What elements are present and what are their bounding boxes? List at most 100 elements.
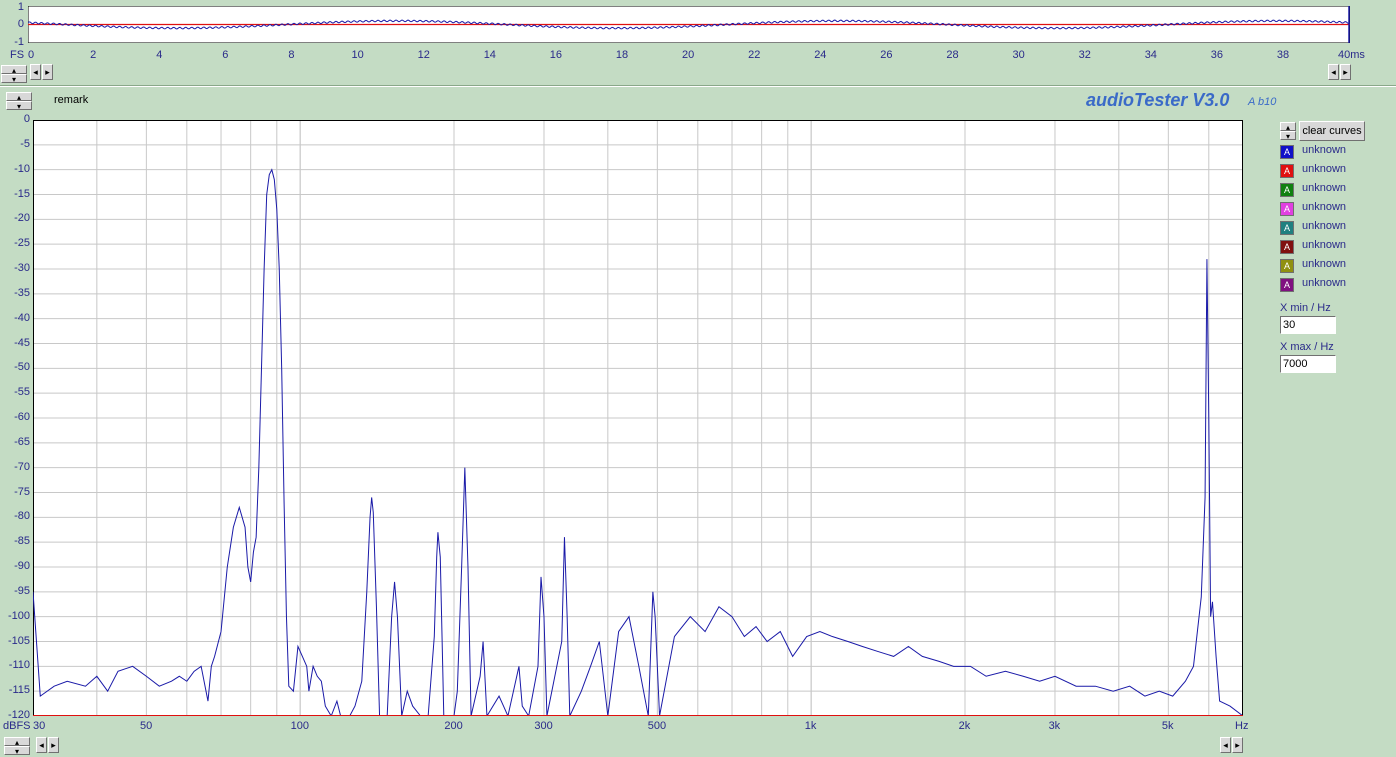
app-version: A b10	[1248, 96, 1277, 108]
scope-panel: 1 0 -1 FS 0 2 4 6 8 10 12 14 16 18 20 22 24 26 28 30 32 3…	[0, 0, 1396, 84]
legend-item-label: unknown	[1302, 201, 1347, 213]
scope-x-tick-label: 0	[28, 49, 35, 61]
scope-ylabel-mid: 0	[17, 18, 24, 30]
legend-item-label: unknown	[1302, 182, 1347, 194]
scope-x-tick-label: 12	[417, 49, 430, 61]
scope-scroll-left-button[interactable]: ◂	[30, 64, 41, 80]
curve-color-icon[interactable]: A	[1280, 202, 1294, 216]
legend-spinner[interactable]: ▴ ▾	[1280, 122, 1296, 141]
spectrum-scroll-left-button[interactable]: ◂	[36, 737, 47, 753]
spectrum-zoom-up-button[interactable]: ▴	[4, 737, 30, 747]
divider-highlight	[0, 86, 1396, 87]
curve-color-icon[interactable]: A	[1280, 259, 1294, 273]
curve-color-icon[interactable]: A	[1280, 221, 1294, 235]
spectrum-y-tick-label: -100	[7, 609, 30, 622]
spectrum-y-tick-label: 0	[23, 113, 30, 125]
spectrum-x-tick-label: 300	[534, 720, 553, 732]
scope-right-scroll-left-button[interactable]: ◂	[1328, 64, 1339, 80]
scope-x-tick-label: 6	[222, 49, 229, 61]
spectrum-y-tick-label: -45	[14, 336, 30, 349]
curve-color-icon[interactable]: A	[1280, 183, 1294, 197]
spectrum-y-tick-label: -55	[14, 386, 30, 399]
scope-x-tick-label: 38	[1276, 49, 1290, 61]
spectrum-x-unit: Hz	[1235, 720, 1249, 732]
xmax-label: X max / Hz	[1280, 341, 1334, 353]
legend-item-label: unknown	[1302, 239, 1347, 251]
scope-x-tick-label: 16	[549, 49, 563, 61]
scope-x-tick-label: 18	[615, 49, 629, 61]
curve-color-icon[interactable]: A	[1280, 278, 1294, 292]
spectrum-y-tick-label: -90	[14, 560, 30, 572]
spectrum-y-tick-label: -70	[14, 460, 30, 473]
spectrum-y-tick-label: -40	[14, 311, 30, 324]
spectrum-y-tick-label: -50	[14, 361, 30, 374]
spectrum-right-scroll-right-button[interactable]: ▸	[1232, 737, 1243, 753]
scope-right-scroll-right-button[interactable]: ▸	[1340, 64, 1351, 80]
spectrum-x-tick-label: 2k	[958, 720, 971, 732]
scope-scroll-right-button[interactable]: ▸	[42, 64, 53, 80]
remark-down-button[interactable]: ▾	[6, 101, 32, 111]
scope-x-tick-label: 30	[1012, 49, 1025, 61]
remark-up-button[interactable]: ▴	[6, 92, 32, 102]
spectrum-x-tick-label: 500	[647, 720, 667, 732]
spectrum-x-tick-label: 100	[290, 720, 309, 732]
curve-color-icon[interactable]: A	[1280, 145, 1294, 159]
legend-down-button[interactable]: ▾	[1280, 131, 1296, 141]
scope-ylabel-top: 1	[17, 1, 24, 13]
scope-zoom-spinner[interactable]: ▴ ▾	[1, 65, 27, 84]
remark-label: remark	[54, 94, 89, 106]
scope-plot	[28, 6, 1350, 43]
legend-item-label: unknown	[1302, 277, 1347, 289]
xmax-input[interactable]: 7000	[1280, 355, 1336, 373]
spectrum-x-tick-label: 5k	[1161, 720, 1174, 732]
scope-x-tick-label: 2	[90, 49, 97, 61]
spectrum-y-tick-label: -25	[14, 237, 30, 250]
spectrum-x-tick-label: 1k	[804, 720, 817, 732]
scope-x-tick-label: 14	[483, 49, 496, 61]
spectrum-y-tick-label: -5	[20, 137, 30, 150]
scope-x-tick-label: 28	[946, 49, 959, 61]
scope-x-tick-label: 34	[1144, 49, 1157, 61]
scope-zoom-up-button[interactable]: ▴	[1, 65, 27, 75]
spectrum-scroll-right-button[interactable]: ▸	[48, 737, 59, 753]
scope-x-tick-label: 36	[1210, 49, 1224, 61]
scope-x-tick-label: 32	[1078, 49, 1091, 61]
xmin-label: X min / Hz	[1280, 302, 1331, 314]
legend-up-button[interactable]: ▴	[1280, 122, 1296, 132]
spectrum-y-tick-label: -75	[14, 485, 30, 498]
spectrum-y-tick-label: -35	[14, 286, 30, 299]
legend-item-label: unknown	[1302, 144, 1347, 156]
spectrum-plot	[33, 120, 1243, 716]
spectrum-y-tick-label: -80	[14, 510, 30, 523]
scope-x-tick-label: 20	[682, 49, 695, 61]
app-title: audioTester V3.0	[1086, 90, 1230, 110]
spectrum-y-tick-label: -85	[14, 535, 30, 548]
legend-item-label: unknown	[1302, 163, 1347, 175]
spectrum-x-tick-label: 200	[444, 720, 463, 732]
spectrum-right-scroll-left-button[interactable]: ◂	[1220, 737, 1231, 753]
scope-x-tick-label: 26	[880, 49, 893, 61]
spectrum-y-tick-label: -15	[14, 187, 30, 200]
spectrum-y-tick-label: -115	[8, 684, 30, 697]
spectrum-y-tick-label: -20	[14, 212, 30, 225]
spectrum-y-tick-label: -95	[14, 584, 30, 597]
spectrum-y-tick-label: -65	[14, 435, 30, 448]
curve-color-icon[interactable]: A	[1280, 164, 1294, 178]
legend-item-label: unknown	[1302, 220, 1347, 232]
scope-ylabel-bottom: -1	[14, 36, 24, 48]
scope-x-tick-label: 4	[156, 49, 163, 61]
remark-spinner[interactable]: ▴ ▾	[6, 92, 32, 111]
scope-x-tick-label: 8	[288, 49, 295, 61]
legend-item-label: unknown	[1302, 258, 1347, 270]
spectrum-y-unit: dBFS	[3, 720, 31, 732]
curve-color-icon[interactable]: A	[1280, 240, 1294, 254]
spectrum-y-tick-label: -10	[14, 162, 30, 175]
spectrum-zoom-spinner[interactable]: ▴ ▾	[4, 737, 30, 756]
scope-x-tick-label: 10	[351, 49, 364, 61]
clear-curves-button[interactable]: clear curves	[1299, 121, 1365, 141]
spectrum-y-tick-label: -110	[8, 659, 30, 672]
xmin-input[interactable]: 30	[1280, 316, 1336, 334]
scope-zoom-down-button[interactable]: ▾	[1, 74, 27, 84]
spectrum-zoom-down-button[interactable]: ▾	[4, 746, 30, 756]
scope-x-tick-label: 24	[814, 49, 827, 61]
